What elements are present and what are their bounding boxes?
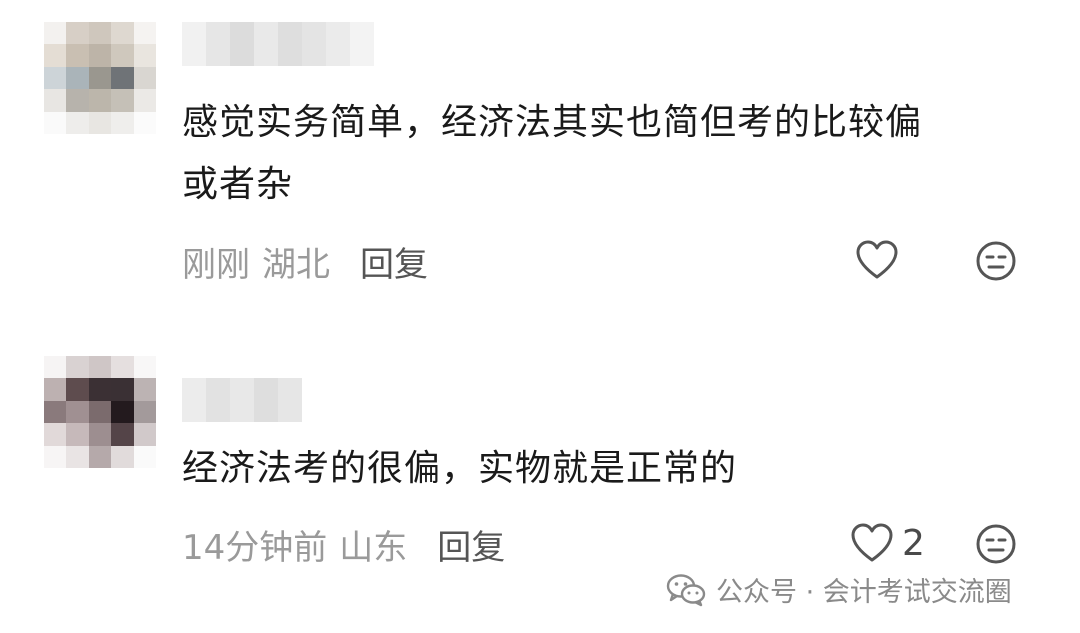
comment-text: 感觉实务简单，经济法其实也简但考的比较偏 或者杂	[182, 92, 1032, 216]
reply-button[interactable]: 回复	[437, 520, 505, 569]
like-count: 2	[902, 522, 925, 564]
comment-text-line: 经济法考的很偏，实物就是正常的	[182, 448, 738, 489]
dislike-button[interactable]	[975, 523, 1017, 569]
like-button[interactable]	[855, 239, 907, 281]
heart-outline-icon	[851, 523, 893, 562]
comment-meta: 14分钟前 山东 回复	[182, 519, 505, 569]
comment-time: 14分钟前	[182, 527, 328, 568]
watermark-text: 公众号 · 会计考试交流圈	[716, 577, 1012, 608]
comment-text: 经济法考的很偏，实物就是正常的	[182, 438, 1032, 500]
comment-region: 湖北	[262, 244, 330, 285]
like-button[interactable]: 2	[850, 522, 925, 564]
heart-outline-icon	[856, 240, 898, 279]
comment-text-line: 感觉实务简单，经济法其实也简但考的比较偏	[182, 102, 923, 143]
comment-list: 感觉实务简单，经济法其实也简但考的比较偏 或者杂 刚刚 湖北 回复 经济法考的很…	[0, 0, 1080, 633]
wechat-icon	[666, 573, 706, 606]
comment-time: 刚刚	[182, 244, 250, 285]
reply-button[interactable]: 回复	[360, 237, 428, 286]
comment-meta: 刚刚 湖北 回复	[182, 236, 428, 286]
comment-text-line: 或者杂	[182, 164, 294, 205]
username-blurred[interactable]	[182, 22, 374, 66]
dislike-button[interactable]	[975, 240, 1017, 286]
neutral-face-icon	[976, 241, 1016, 281]
neutral-face-icon	[976, 524, 1016, 564]
watermark: 公众号 · 会计考试交流圈	[666, 570, 1012, 609]
avatar[interactable]	[44, 22, 156, 134]
comment-region: 山东	[339, 527, 408, 568]
avatar[interactable]	[44, 356, 156, 468]
username-blurred[interactable]	[182, 378, 302, 422]
